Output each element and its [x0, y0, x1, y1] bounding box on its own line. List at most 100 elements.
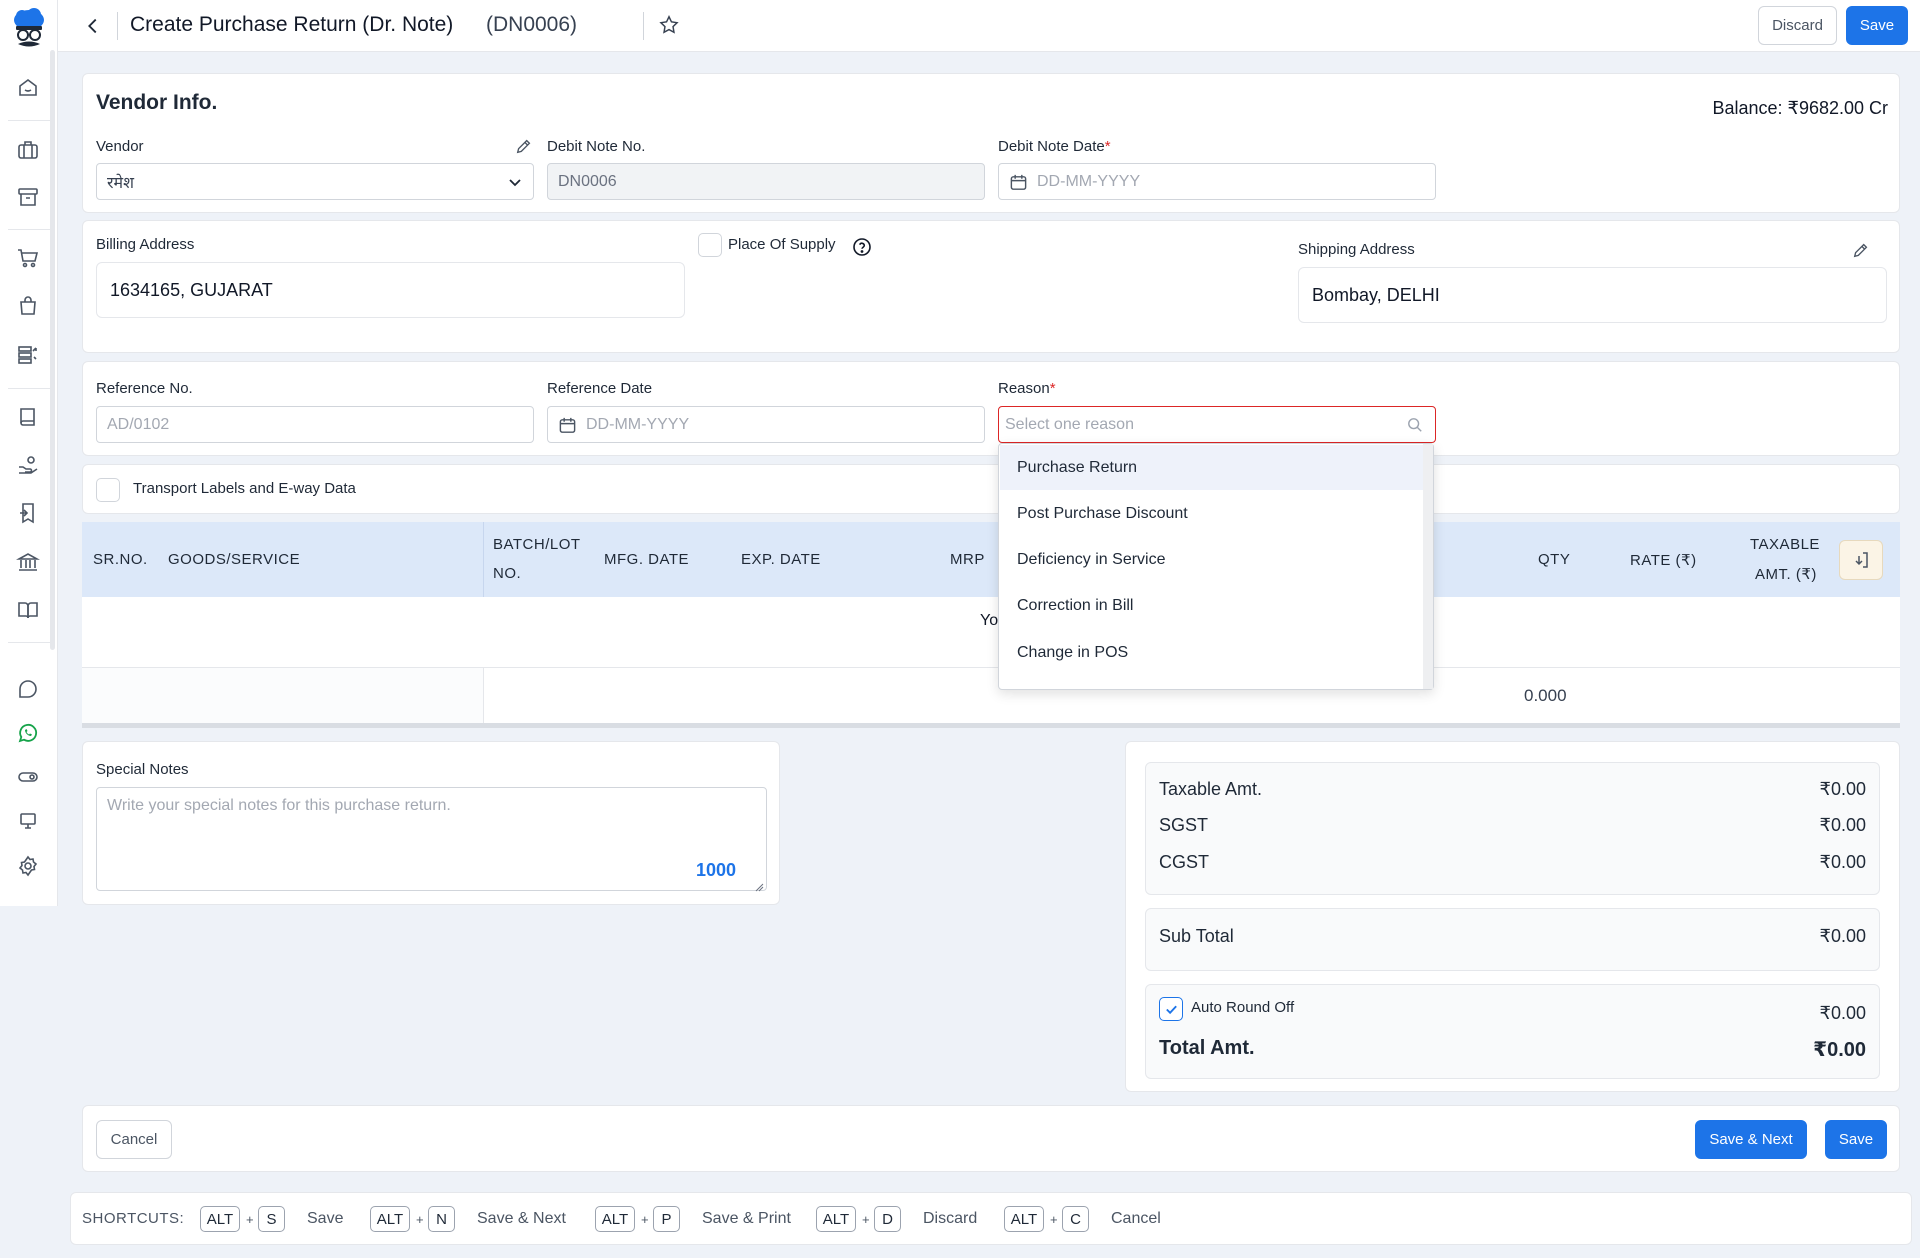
reason-label: Reason* [998, 380, 1056, 397]
debit-note-date-placeholder: DD-MM-YYYY [1037, 172, 1141, 190]
col-rate: RATE (₹) [1630, 552, 1697, 569]
shortcut-letter-key: S [258, 1206, 285, 1232]
table-scrollbar[interactable] [82, 723, 1900, 728]
col-batch-lot-no: NO. [493, 565, 522, 582]
chat-icon[interactable] [14, 673, 42, 701]
shortcut-letter-key: N [428, 1206, 455, 1232]
search-icon [1407, 417, 1423, 438]
briefcase-icon[interactable] [14, 136, 42, 164]
vendor-info-heading: Vendor Info. [96, 91, 218, 114]
col-sr-no: SR.NO. [93, 551, 148, 568]
save-button-bottom[interactable]: Save [1825, 1120, 1887, 1159]
star-icon[interactable] [658, 14, 682, 38]
whatsapp-icon[interactable] [14, 719, 42, 747]
items-table-body: Yo [82, 597, 1900, 667]
save-and-next-button[interactable]: Save & Next [1695, 1120, 1807, 1159]
col-exp-date: EXP. DATE [741, 551, 821, 568]
billing-address-label: Billing Address [96, 236, 195, 253]
reason-option[interactable]: Purchase Return [1000, 445, 1424, 490]
char-counter: 1000 [695, 860, 736, 880]
reason-option[interactable]: Change in POS [1000, 630, 1424, 675]
shortcut-action-label: Discard [923, 1210, 978, 1227]
shortcut-action-label: Save & Next [477, 1210, 566, 1227]
cgst-label: CGST [1159, 852, 1210, 872]
bank-icon[interactable] [14, 548, 42, 576]
chevron-down-icon [507, 174, 523, 195]
reason-select-input[interactable]: Select one reason [998, 406, 1436, 443]
place-of-supply-checkbox[interactable] [698, 233, 722, 257]
reason-option[interactable]: Correction in Bill [1000, 583, 1424, 628]
col-qty: QTY [1538, 551, 1571, 568]
home-icon[interactable] [14, 74, 42, 102]
shortcuts-bar: SHORTCUTS: ALT + S Save ALT + N Save & Next ALT +… [70, 1192, 1912, 1245]
auto-round-off-checkbox[interactable] [1159, 997, 1183, 1021]
shortcut-action-label: Save [307, 1210, 344, 1227]
billing-address-box[interactable]: 1634165, GUJARAT [96, 262, 685, 318]
dropdown-scrollbar[interactable] [1423, 444, 1433, 689]
shipping-address-box[interactable]: Bombay, DELHI [1298, 267, 1887, 323]
hand-coins-icon[interactable] [14, 451, 42, 479]
special-notes-textarea[interactable]: Write your special notes for this purcha… [96, 787, 767, 892]
toggle-icon[interactable] [14, 763, 42, 791]
help-circle-icon[interactable] [852, 237, 872, 262]
calendar-icon [558, 416, 577, 440]
discard-button[interactable]: Discard [1758, 6, 1837, 45]
bag-icon[interactable] [14, 292, 42, 320]
sidebar-scrollbar[interactable] [50, 50, 55, 650]
cart-icon[interactable] [14, 244, 42, 272]
special-notes-card: Special Notes Write your special notes f… [82, 741, 780, 905]
total-amt-value: ₹0.00 [1813, 1039, 1866, 1061]
reference-date-label: Reference Date [547, 380, 653, 397]
reason-option[interactable]: Post Purchase Discount [1000, 491, 1424, 536]
receipt-icon[interactable] [14, 499, 42, 527]
shortcut-plus: + [862, 1212, 870, 1227]
settings-icon[interactable] [14, 852, 42, 880]
debit-note-date-input[interactable]: DD-MM-YYYY [998, 163, 1436, 200]
shortcut-modifier-key: ALT [370, 1206, 410, 1232]
reason-option[interactable]: Deficiency in Service [1000, 537, 1424, 582]
edit-vendor-pencil-icon[interactable] [515, 137, 535, 157]
shortcut-action-label: Cancel [1111, 1210, 1161, 1227]
reference-no-input[interactable]: AD/0102 [96, 406, 534, 443]
save-button-top[interactable]: Save [1846, 6, 1908, 45]
vendor-info-card: Vendor Info. Balance: ₹9682.00 Cr Vendor… [82, 73, 1900, 213]
reference-card: Reference No. AD/0102 Reference Date DD-… [82, 361, 1900, 456]
transport-checkbox[interactable] [96, 478, 120, 502]
tax-breakup-box: Taxable Amt. ₹0.00 SGST ₹0.00 CGST ₹0.00 [1145, 762, 1880, 895]
taxable-amt-label: Taxable Amt. [1159, 779, 1263, 799]
special-notes-label: Special Notes [96, 761, 189, 778]
col-mrp: MRP [950, 551, 985, 568]
document-number: (DN0006) [486, 13, 578, 36]
col-taxable-amt: AMT. (₹) [1755, 566, 1817, 583]
shortcut-modifier-key: ALT [816, 1206, 856, 1232]
cgst-value: ₹0.00 [1819, 852, 1867, 872]
app-logo[interactable] [10, 6, 48, 50]
debit-note-no-field: DN0006 [547, 163, 985, 200]
back-arrow-icon[interactable] [80, 13, 106, 39]
sidebar [0, 0, 58, 906]
subtotal-value: ₹0.00 [1819, 926, 1867, 946]
vendor-select[interactable]: रमेश [96, 163, 534, 200]
debit-note-no-value: DN0006 [558, 172, 617, 190]
column-settings-icon[interactable] [1839, 540, 1883, 580]
taxable-amt-value: ₹0.00 [1819, 779, 1867, 799]
cancel-button[interactable]: Cancel [96, 1120, 172, 1159]
items-table-total-row: 0.000 [82, 667, 1900, 724]
resize-handle-icon[interactable] [755, 879, 764, 892]
book-icon[interactable] [14, 403, 42, 431]
shortcut-modifier-key: ALT [1004, 1206, 1044, 1232]
col-mfg-date: MFG. DATE [604, 551, 690, 568]
items-table-header: SR.NO. GOODS/SERVICE BATCH/LOT NO. MFG. … [82, 522, 1900, 597]
subtotal-box: Sub Total ₹0.00 [1145, 908, 1880, 971]
monitor-icon[interactable] [14, 807, 42, 835]
reference-no-placeholder: AD/0102 [107, 415, 170, 433]
open-book-icon[interactable] [14, 596, 42, 624]
shortcut-plus: + [416, 1212, 424, 1227]
reference-date-input[interactable]: DD-MM-YYYY [547, 406, 985, 443]
auto-round-off-label: Auto Round Off [1191, 999, 1295, 1016]
sgst-label: SGST [1159, 815, 1209, 835]
stock-icon[interactable] [14, 341, 42, 369]
archive-icon[interactable] [14, 183, 42, 211]
edit-shipping-pencil-icon[interactable] [1852, 241, 1872, 261]
reference-date-placeholder: DD-MM-YYYY [586, 415, 690, 433]
